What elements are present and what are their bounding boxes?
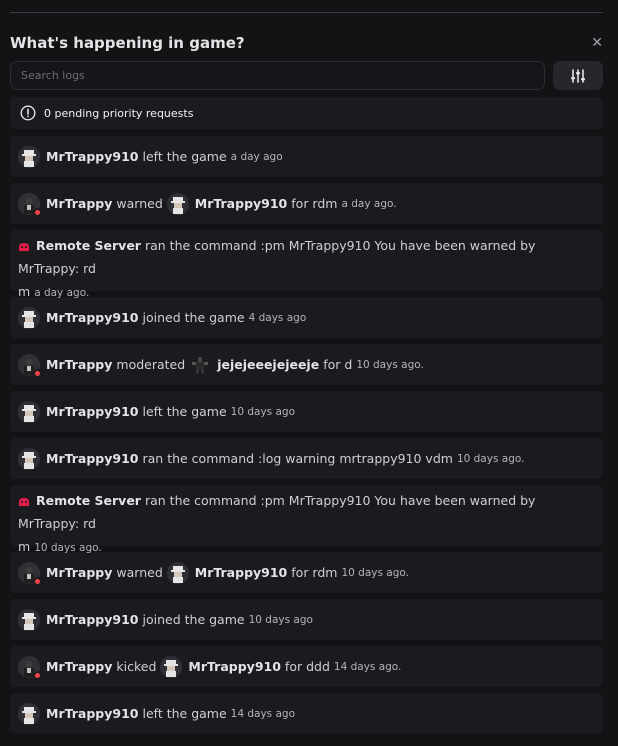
avatar[interactable] <box>18 655 42 680</box>
search-row <box>10 61 603 90</box>
avatar[interactable] <box>160 655 183 678</box>
log-entry[interactable]: MrTrappy moderated jejejeeejejeeje for d… <box>10 344 603 385</box>
log-entry[interactable]: MrTrappy910 left the game 14 days ago <box>10 693 603 734</box>
log-entry[interactable]: MrTrappy910 joined the game 4 days ago <box>10 297 603 338</box>
avatar[interactable] <box>18 447 40 470</box>
pending-requests-banner[interactable]: 0 pending priority requests <box>10 97 603 129</box>
log-actor[interactable]: MrTrappy910 <box>46 307 139 329</box>
log-entry[interactable]: MrTrappy910 left the game 10 days ago <box>10 391 603 432</box>
close-icon[interactable]: ✕ <box>591 36 603 50</box>
avatar[interactable] <box>166 192 189 215</box>
log-action: joined the game <box>142 309 245 325</box>
log-time: 10 days ago <box>230 405 296 418</box>
log-actor[interactable]: Remote Server <box>36 493 141 508</box>
log-detail: for rdm <box>291 195 338 211</box>
log-time: 10 days ago. <box>356 358 424 371</box>
log-actor[interactable]: MrTrappy910 <box>46 448 139 470</box>
log-time: 10 days ago. <box>34 542 102 554</box>
log-action-continued: m <box>18 539 31 554</box>
log-time: 14 days ago. <box>333 660 402 673</box>
log-actor[interactable]: MrTrappy <box>46 354 112 376</box>
avatar[interactable] <box>18 400 40 423</box>
log-actor[interactable]: MrTrappy <box>46 562 112 584</box>
status-dot <box>33 670 42 680</box>
avatar[interactable] <box>18 561 42 586</box>
panel-header: What's happening in game? ✕ <box>10 32 603 54</box>
log-actor[interactable]: MrTrappy910 <box>46 401 139 423</box>
log-time: a day ago. <box>34 287 90 299</box>
avatar[interactable] <box>166 561 189 584</box>
log-entry[interactable]: Remote Server ran the command :pm MrTrapp… <box>10 485 603 554</box>
log-actor[interactable]: Remote Server <box>36 238 141 253</box>
avatar[interactable] <box>18 702 40 725</box>
avatar[interactable] <box>18 353 42 378</box>
log-target[interactable]: MrTrappy910 <box>188 656 281 678</box>
log-actor[interactable]: MrTrappy910 <box>46 703 139 725</box>
status-dot <box>33 368 42 378</box>
pending-requests-text: 0 pending priority requests <box>44 106 194 120</box>
alert-circle-icon <box>20 105 36 121</box>
log-action: left the game <box>142 403 227 419</box>
log-time: a day ago. <box>341 197 397 210</box>
search-input[interactable] <box>10 61 545 90</box>
status-dot <box>33 207 42 217</box>
log-action: warned <box>116 564 163 580</box>
log-entry[interactable]: Remote Server ran the command :pm MrTrapp… <box>10 230 603 299</box>
log-time: 10 days ago <box>248 613 313 626</box>
log-entry[interactable]: MrTrappy kicked MrTrappy910 for ddd 14 d… <box>10 646 603 687</box>
log-list: MrTrappy910 left the game a day ago MrTr… <box>10 136 603 740</box>
log-detail: for rdm <box>291 564 338 580</box>
log-time: 10 days ago. <box>456 452 525 465</box>
log-actor[interactable]: MrTrappy <box>46 656 112 678</box>
log-detail: for d <box>323 356 353 372</box>
log-actor[interactable]: MrTrappy910 <box>46 146 139 168</box>
avatar[interactable] <box>189 354 211 376</box>
log-action: joined the game <box>142 611 245 627</box>
server-icon <box>19 242 29 251</box>
log-time: 10 days ago. <box>341 566 409 579</box>
avatar[interactable] <box>18 192 42 217</box>
log-target[interactable]: MrTrappy910 <box>195 562 288 584</box>
log-time: 4 days ago <box>248 311 307 324</box>
log-action: left the game <box>142 148 227 164</box>
log-target[interactable]: MrTrappy910 <box>195 193 288 215</box>
log-entry[interactable]: MrTrappy910 joined the game 10 days ago <box>10 599 603 640</box>
avatar[interactable] <box>18 145 40 168</box>
log-target[interactable]: jejejeeejejeeje <box>217 354 319 376</box>
log-actor[interactable]: MrTrappy <box>46 193 112 215</box>
log-action: ran the command :log warning mrtrappy910… <box>142 450 453 466</box>
log-entry[interactable]: MrTrappy910 left the game a day ago <box>10 136 603 177</box>
log-actor[interactable]: MrTrappy910 <box>46 609 139 631</box>
sliders-icon <box>571 68 585 83</box>
log-entry[interactable]: MrTrappy warned MrTrappy910 for rdm a da… <box>10 183 603 224</box>
panel-title: What's happening in game? <box>10 34 245 52</box>
log-action: left the game <box>142 705 227 721</box>
log-time: 14 days ago <box>230 707 296 720</box>
status-dot <box>33 576 42 586</box>
log-entry[interactable]: MrTrappy910 ran the command :log warning… <box>10 438 603 479</box>
server-icon <box>19 497 29 506</box>
avatar[interactable] <box>18 306 40 329</box>
log-action: warned <box>116 195 163 211</box>
log-action: kicked <box>116 658 157 674</box>
filter-button[interactable] <box>553 61 603 90</box>
log-time: a day ago <box>230 150 283 163</box>
avatar[interactable] <box>18 608 40 631</box>
log-action: moderated <box>116 356 186 372</box>
top-divider <box>10 12 603 13</box>
log-detail: for ddd <box>284 658 330 674</box>
log-action-continued: m <box>18 284 31 299</box>
